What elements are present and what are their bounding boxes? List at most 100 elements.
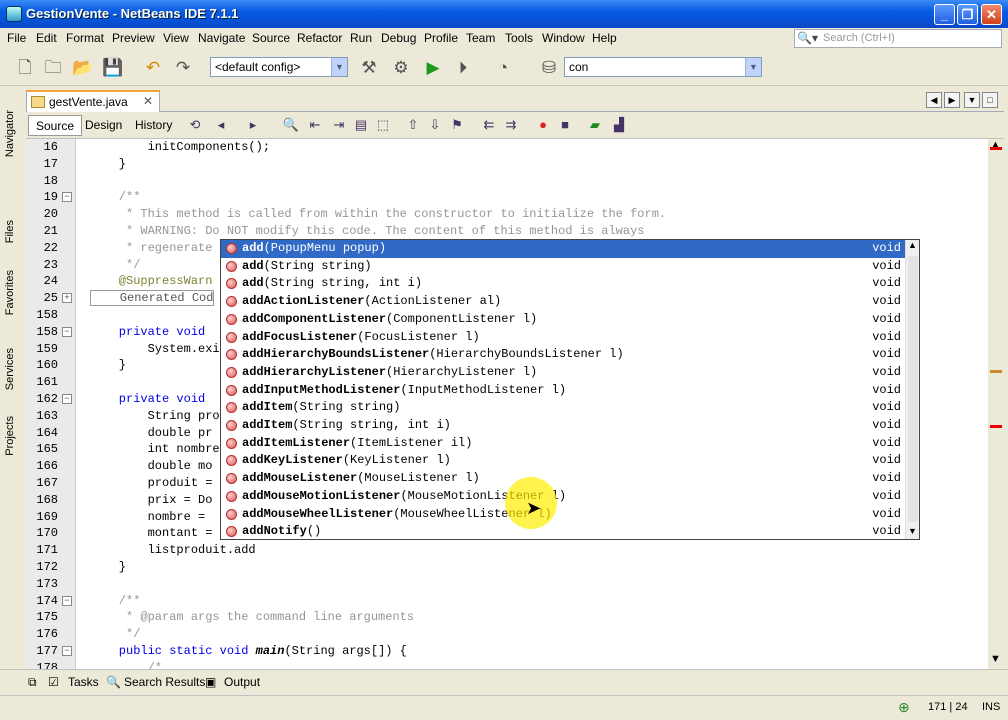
scroll-down-icon[interactable]: ▼ [908,526,917,536]
maximize-button[interactable]: ❐ [957,4,978,25]
menu-refactor[interactable]: Refactor [297,31,342,45]
completion-item[interactable]: addActionListener(ActionListener al) void [221,293,905,311]
code-line[interactable]: 174− /** [26,593,988,610]
completion-item[interactable]: addItem(String string, int i) void [221,417,905,435]
completion-item[interactable]: addComponentListener(ComponentListener l… [221,311,905,329]
completion-item[interactable]: addHierarchyBoundsListener(HierarchyBoun… [221,346,905,364]
tab-design[interactable]: Design [78,115,129,136]
find-next-icon[interactable]: ⇥ [330,116,348,134]
save-all-icon[interactable]: 💾 [102,57,124,79]
tab-list-icon[interactable]: ▼ [964,92,980,108]
tab-tasks[interactable]: Tasks [68,675,99,689]
code-line[interactable]: 16 initComponents(); [26,139,988,156]
collapse-fold-icon[interactable]: − [62,192,72,203]
code-completion-popup[interactable]: add(PopupMenu popup) void add(String strin… [220,239,920,540]
undo-icon[interactable]: ↶ [142,57,164,79]
tab-output[interactable]: Output [224,675,260,689]
menu-format[interactable]: Format [66,31,104,45]
restore-panels-icon[interactable]: ⧉ [28,675,37,690]
menu-source[interactable]: Source [252,31,290,45]
menu-tools[interactable]: Tools [505,31,533,45]
redo-icon[interactable]: ↷ [172,57,194,79]
menu-edit[interactable]: Edit [36,31,57,45]
code-line[interactable]: 173 [26,576,988,593]
code-line[interactable]: 17 } [26,156,988,173]
start-macro-icon[interactable]: ● [534,116,552,134]
config-select[interactable]: <default config> ▼ [210,57,348,77]
completion-item[interactable]: add(String string, int i) void [221,275,905,293]
file-tab-gestvente[interactable]: gestVente.java ✕ [26,90,160,112]
completion-item[interactable]: addItemListener(ItemListener il) void [221,435,905,453]
expand-fold-icon[interactable]: + [62,293,72,304]
menu-run[interactable]: Run [350,31,372,45]
close-button[interactable]: ✕ [981,4,1002,25]
completion-item[interactable]: addItem(String string) void [221,399,905,417]
code-line[interactable]: 175 * @param args the command line argum… [26,609,988,626]
completion-item[interactable]: addInputMethodListener(InputMethodListen… [221,382,905,400]
side-tab-files[interactable]: Files [4,220,16,243]
menu-help[interactable]: Help [592,31,617,45]
menu-navigate[interactable]: Navigate [198,31,245,45]
code-line[interactable]: 20 * This method is called from within t… [26,206,988,223]
code-line[interactable]: 19− /** [26,189,988,206]
completion-item[interactable]: addMouseMotionListener(MouseMotionListen… [221,488,905,506]
next-bookmark-icon[interactable]: ⇩ [426,116,444,134]
code-line[interactable]: 18 [26,173,988,190]
scrollbar-thumb[interactable] [908,256,918,522]
menu-debug[interactable]: Debug [381,31,416,45]
maximize-editor-icon[interactable]: □ [982,92,998,108]
profile-icon[interactable]: ◔ [492,57,514,79]
toggle-bookmark-icon[interactable]: ⚑ [448,116,466,134]
open-project-icon[interactable]: 📂 [72,57,94,79]
menu-team[interactable]: Team [466,31,495,45]
scroll-up-icon[interactable]: ▲ [908,240,917,250]
error-mark[interactable] [990,425,1002,428]
close-tab-icon[interactable]: ✕ [143,94,153,108]
run-target-select[interactable]: con ▼ [564,57,762,77]
forward-icon[interactable]: ▸ [244,116,262,134]
previous-bookmark-icon[interactable]: ⇧ [404,116,422,134]
collapse-fold-icon[interactable]: − [62,595,72,606]
code-line[interactable]: 178 /* [26,660,988,669]
menu-profile[interactable]: Profile [424,31,458,45]
side-tab-services[interactable]: Services [4,348,16,390]
completion-item[interactable]: addMouseListener(MouseListener l) void [221,470,905,488]
back-icon[interactable]: ◂ [212,116,230,134]
tab-history[interactable]: History [128,115,179,136]
find-icon[interactable]: 🔍 [282,116,300,134]
menu-window[interactable]: Window [542,31,585,45]
tab-search-results[interactable]: Search Results [124,675,205,689]
new-project-icon[interactable]: 🗀 [42,57,64,79]
minimize-button[interactable]: _ [934,4,955,25]
menu-view[interactable]: View [163,31,189,45]
collapse-fold-icon[interactable]: − [62,646,72,656]
new-file-icon[interactable]: 🗋 [14,57,36,79]
collapse-fold-icon[interactable]: − [62,394,72,404]
completion-item[interactable]: addHierarchyListener(HierarchyListener l… [221,364,905,382]
menu-file[interactable]: File [7,31,26,45]
collapse-fold-icon[interactable]: − [62,326,72,337]
stop-macro-icon[interactable]: ■ [556,116,574,134]
code-line[interactable]: 177− public static void main(String args… [26,643,988,660]
debug-icon[interactable]: ⏵ [452,57,474,79]
last-edit-icon[interactable]: ⟲ [186,116,204,134]
side-tab-projects[interactable]: Projects [4,416,16,456]
uncomment-icon[interactable]: ▟ [610,116,628,134]
find-previous-icon[interactable]: ⇤ [306,116,324,134]
database-icon[interactable]: ⛁ [538,57,560,79]
comment-icon[interactable]: ▰ [586,116,604,134]
shift-left-icon[interactable]: ⇇ [480,116,498,134]
quick-search-input[interactable]: 🔍▾ Search (Ctrl+I) [794,29,1002,48]
build-icon[interactable]: ⚙ [390,57,412,79]
shift-right-icon[interactable]: ⇉ [502,116,520,134]
menu-preview[interactable]: Preview [112,31,155,45]
completion-item[interactable]: add(PopupMenu popup) void [221,240,905,258]
completion-item[interactable]: addNotify() void [221,523,905,539]
code-line[interactable]: 171 listproduit.add [26,542,988,559]
scroll-down-icon[interactable]: ▼ [990,653,1001,665]
completion-item[interactable]: addFocusListener(FocusListener l) void [221,329,905,347]
code-line[interactable]: 172 } [26,559,988,576]
run-icon[interactable]: ▶ [422,57,444,79]
completion-item[interactable]: add(String string) void [221,258,905,276]
toggle-highlight-icon[interactable]: ▤ [352,116,370,134]
